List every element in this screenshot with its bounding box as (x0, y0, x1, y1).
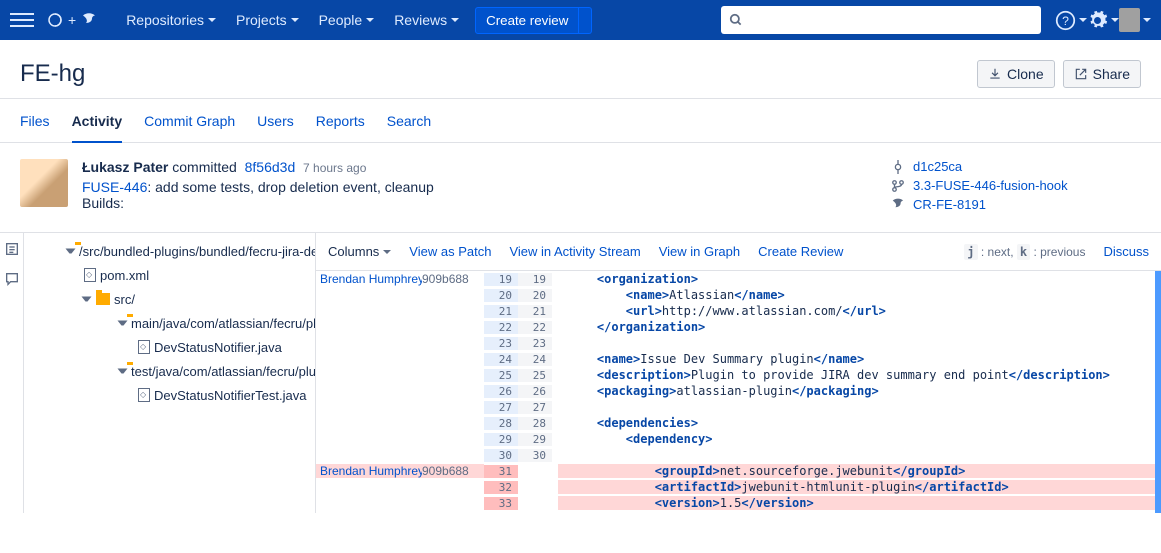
diff-line-deleted[interactable]: 32 <artifactId>jwebunit-htmlunit-plugin<… (316, 479, 1155, 495)
columns-dropdown[interactable]: Columns (328, 244, 391, 259)
avatar (1119, 8, 1140, 32)
share-icon (1074, 67, 1088, 81)
branch-icon (891, 179, 905, 193)
repo-tabs: Files Activity Commit Graph Users Report… (0, 99, 1161, 143)
diff-line[interactable]: 2727 (316, 399, 1155, 415)
nav-people[interactable]: People (309, 0, 385, 40)
commit-message: : add some tests, drop deletion event, c… (147, 179, 433, 195)
diff-line[interactable]: 3030 (316, 447, 1155, 463)
tree-file-pom[interactable]: pom.xml (24, 263, 315, 287)
tree-folder-root[interactable]: /src/bundled-plugins/bundled/fecru-jira-… (24, 239, 315, 263)
create-review-button[interactable]: Create review (475, 7, 579, 34)
tab-search[interactable]: Search (387, 99, 431, 143)
parent-hash-link[interactable]: d1c25ca (913, 159, 962, 174)
diff-pane: Columns View as Patch View in Activity S… (316, 233, 1161, 513)
diff-line[interactable]: 2020 <name>Atlassian</name> (316, 287, 1155, 303)
clone-button[interactable]: Clone (977, 60, 1055, 88)
svg-text:?: ? (1062, 13, 1069, 27)
page-title: FE-hg (20, 60, 969, 88)
tree-folder-main[interactable]: main/java/com/atlassian/fecru/plug (24, 311, 315, 335)
comment-icon[interactable] (4, 271, 20, 287)
tab-files[interactable]: Files (20, 99, 50, 143)
file-icon (84, 268, 96, 282)
diff-body[interactable]: Brendan Humphreys909b6881919 <organizati… (316, 271, 1161, 513)
builds-label: Builds: (82, 195, 891, 211)
chevron-down-icon (82, 297, 92, 302)
settings-icon[interactable] (1087, 4, 1119, 36)
diff-line[interactable]: 2222 </organization> (316, 319, 1155, 335)
menu-icon[interactable] (10, 8, 34, 32)
view-as-patch-link[interactable]: View as Patch (409, 244, 491, 259)
diff-line-deleted[interactable]: 33 <version>1.5</version> (316, 495, 1155, 511)
commit-author: Łukasz Pater (82, 159, 168, 175)
tab-commit-graph[interactable]: Commit Graph (144, 99, 235, 143)
nav-reviews[interactable]: Reviews (384, 0, 469, 40)
file-icon (138, 388, 150, 402)
tab-reports[interactable]: Reports (316, 99, 365, 143)
commit-icon (891, 160, 905, 174)
keyboard-hint: j : next, k : previous (964, 245, 1085, 259)
commit-time: 7 hours ago (303, 161, 366, 175)
diff-line[interactable]: 2323 (316, 335, 1155, 351)
tree-file-notifier[interactable]: DevStatusNotifier.java (24, 335, 315, 359)
view-in-stream-link[interactable]: View in Activity Stream (509, 244, 640, 259)
download-icon (988, 67, 1002, 81)
create-review-split[interactable] (579, 7, 592, 34)
branch-link[interactable]: 3.3-FUSE-446-fusion-hook (913, 178, 1068, 193)
blame-author-link[interactable]: Brendan Humphreys (320, 272, 422, 286)
diff-line[interactable]: 2929 <dependency> (316, 431, 1155, 447)
blame-author-link[interactable]: Brendan Humphreys (320, 464, 422, 478)
help-icon[interactable]: ? (1055, 4, 1087, 36)
chevron-down-icon (208, 18, 216, 22)
tab-activity[interactable]: Activity (72, 99, 123, 143)
view-in-graph-link[interactable]: View in Graph (659, 244, 740, 259)
create-review-link[interactable]: Create Review (758, 244, 843, 259)
author-avatar (20, 159, 68, 207)
commit-verb: committed (172, 159, 237, 175)
page-header: FE-hg Clone Share (0, 40, 1161, 99)
chevron-down-icon (66, 249, 76, 254)
diff-line[interactable]: Brendan Humphreys909b6881919 <organizati… (316, 271, 1155, 287)
product-logo[interactable]: + (46, 11, 98, 29)
discuss-link[interactable]: Discuss (1103, 244, 1149, 259)
diff-line[interactable]: 2626 <packaging>atlassian-plugin</packag… (316, 383, 1155, 399)
search-icon (729, 13, 743, 27)
chevron-down-icon (291, 18, 299, 22)
review-icon (891, 198, 905, 212)
nav-projects[interactable]: Projects (226, 0, 309, 40)
tree-folder-src[interactable]: src/ (24, 287, 315, 311)
diff-line[interactable]: 2121 <url>http://www.atlassian.com/</url… (316, 303, 1155, 319)
file-icon (138, 340, 150, 354)
chevron-down-icon (366, 18, 374, 22)
commit-hash-link[interactable]: 8f56d3d (245, 159, 296, 175)
chevron-down-icon (118, 321, 128, 326)
issue-link[interactable]: FUSE-446 (82, 179, 147, 195)
chevron-down-icon (118, 369, 128, 374)
left-iconbar (0, 233, 24, 513)
share-button[interactable]: Share (1063, 60, 1141, 88)
file-tree: /src/bundled-plugins/bundled/fecru-jira-… (24, 233, 316, 513)
diff-line[interactable]: 2424 <name>Issue Dev Summary plugin</nam… (316, 351, 1155, 367)
diff-line-deleted[interactable]: Brendan Humphreys909b68831 <groupId>net.… (316, 463, 1155, 479)
nav-repositories[interactable]: Repositories (116, 0, 226, 40)
commit-summary: Łukasz Pater committed 8f56d3d 7 hours a… (0, 143, 1161, 233)
chevron-down-icon (451, 18, 459, 22)
tree-folder-test[interactable]: test/java/com/atlassian/fecru/plugin (24, 359, 315, 383)
user-menu[interactable] (1119, 4, 1151, 36)
review-link[interactable]: CR-FE-8191 (913, 197, 986, 212)
folder-icon (96, 293, 110, 305)
chevron-down-icon (383, 250, 391, 254)
list-icon[interactable] (4, 241, 20, 257)
diff-line[interactable]: 2828 <dependencies> (316, 415, 1155, 431)
search-input[interactable] (749, 13, 1033, 28)
top-nav: + Repositories Projects People Reviews C… (0, 0, 1161, 40)
search-input-wrapper (721, 6, 1041, 34)
diff-toolbar: Columns View as Patch View in Activity S… (316, 233, 1161, 271)
tab-users[interactable]: Users (257, 99, 294, 143)
tree-file-notifier-test[interactable]: DevStatusNotifierTest.java (24, 383, 315, 407)
diff-line[interactable]: 2525 <description>Plugin to provide JIRA… (316, 367, 1155, 383)
